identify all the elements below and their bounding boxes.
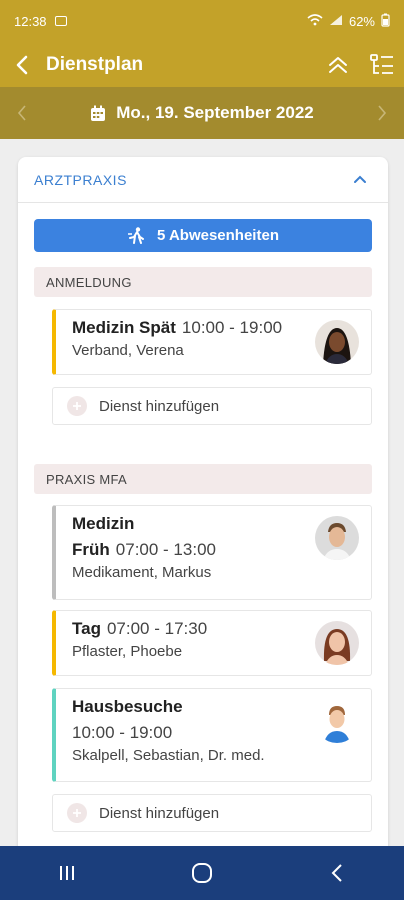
section-title: PRAXIS MFA <box>46 471 128 487</box>
chevron-right-icon <box>378 105 387 121</box>
plus-icon <box>67 396 87 416</box>
status-icons: 62% <box>307 13 390 30</box>
page-title: Dienstplan <box>46 53 144 75</box>
add-shift-button[interactable]: Dienst hinzufügen <box>52 794 372 832</box>
home-icon <box>191 863 212 883</box>
chevron-left-icon <box>17 105 26 121</box>
double-chevron-up-icon <box>329 56 347 73</box>
wifi-icon <box>307 13 323 29</box>
shift-time: 10:00 - 19:00 <box>72 723 173 742</box>
list-settings-button[interactable] <box>360 42 404 87</box>
shift-person: Medikament, Markus <box>72 564 212 581</box>
recent-apps-button[interactable] <box>37 846 97 900</box>
shift-card[interactable]: Tag 07:00 - 17:30 Pflaster, Phoebe <box>52 610 372 676</box>
shift-name-continued: Früh <box>72 540 110 559</box>
card-title: ARZTPRAXIS <box>34 171 127 188</box>
list-tree-icon <box>370 53 393 74</box>
card-header[interactable]: ARZTPRAXIS <box>18 157 388 203</box>
shift-card[interactable]: Medizin Spät 10:00 - 19:00 Verband, Veren… <box>52 309 372 375</box>
status-bar: 12:38 62% <box>0 0 404 42</box>
avatar <box>315 699 359 743</box>
shift-time: 10:00 - 19:00 <box>181 318 283 337</box>
shift-card[interactable]: Hausbesuche 10:00 - 19:00 Skalpell, Seba… <box>52 688 372 782</box>
date-bar: Mo., 19. September 2022 <box>0 87 404 139</box>
person-walking-icon <box>128 227 144 244</box>
collapse-all-button[interactable] <box>316 42 360 87</box>
home-button[interactable] <box>172 846 232 900</box>
app-bar: Dienstplan <box>0 42 404 87</box>
gallery-icon <box>54 16 67 26</box>
back-arrow-icon <box>331 864 342 882</box>
add-shift-label: Dienst hinzufügen <box>99 397 220 415</box>
plus-icon <box>67 803 87 823</box>
section-title: ANMELDUNG <box>46 274 132 290</box>
shift-time: 07:00 - 13:00 <box>115 540 216 559</box>
shift-name: Medizin <box>72 514 135 533</box>
recent-apps-icon <box>60 866 75 880</box>
chevron-left-icon <box>16 55 28 74</box>
date-picker[interactable]: Mo., 19. September 2022 <box>44 103 360 123</box>
absences-button[interactable]: 5 Abwesenheiten <box>34 219 372 252</box>
next-day-button[interactable] <box>360 87 404 139</box>
signal-icon <box>329 14 343 29</box>
absences-label: 5 Abwesenheiten <box>157 227 279 244</box>
shift-name: Medizin Spät <box>72 318 176 337</box>
chevron-up-icon[interactable] <box>348 168 372 192</box>
system-navigation-bar <box>0 846 404 900</box>
status-time: 12:38 <box>14 13 47 29</box>
back-button[interactable] <box>0 42 44 87</box>
shift-person: Skalpell, Sebastian, Dr. med. <box>72 747 265 764</box>
shift-name: Tag <box>72 619 101 638</box>
system-back-button[interactable] <box>307 846 367 900</box>
battery-icon <box>381 13 390 30</box>
current-date: Mo., 19. September 2022 <box>116 103 314 122</box>
avatar <box>315 621 359 665</box>
add-shift-button[interactable]: Dienst hinzufügen <box>52 387 372 425</box>
practice-card: ARZTPRAXIS 5 Abwesenheiten ANMELDUNG Med… <box>18 157 388 857</box>
app-bar-actions <box>316 42 404 87</box>
battery-level: 62% <box>348 13 375 29</box>
calendar-icon <box>91 105 106 121</box>
add-shift-label: Dienst hinzufügen <box>99 804 220 822</box>
section-header-anmeldung: ANMELDUNG <box>34 267 372 297</box>
avatar <box>315 320 359 364</box>
shift-time: 07:00 - 17:30 <box>106 619 208 638</box>
previous-day-button[interactable] <box>0 87 44 139</box>
avatar <box>315 516 359 560</box>
shift-name: Hausbesuche <box>72 697 183 716</box>
shift-card[interactable]: Medizin Früh 07:00 - 13:00 Medikament, Ma… <box>52 505 372 600</box>
section-header-praxis-mfa: PRAXIS MFA <box>34 464 372 494</box>
